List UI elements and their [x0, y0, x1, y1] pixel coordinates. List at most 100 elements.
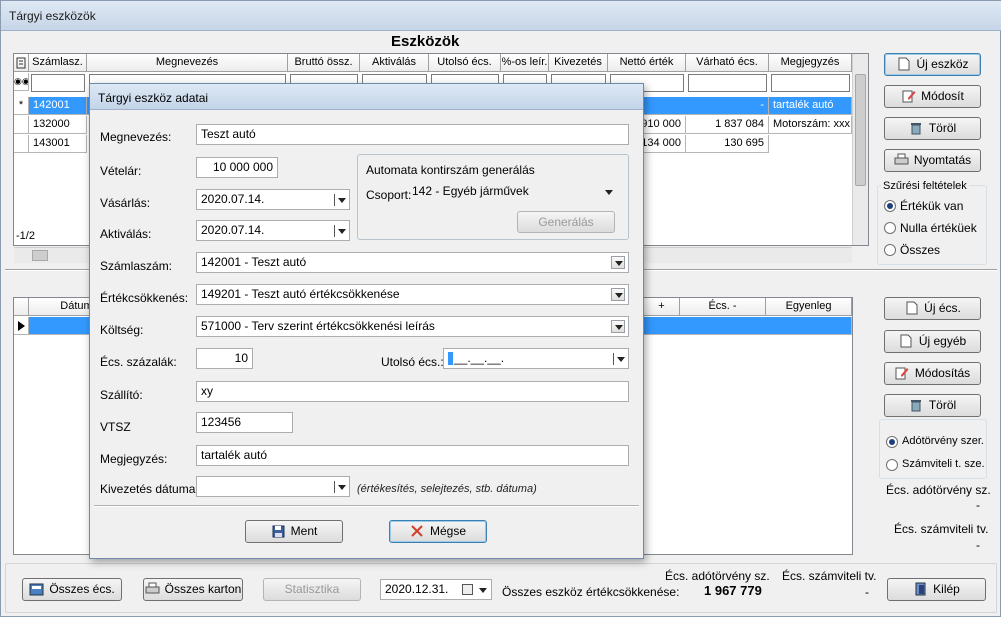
calendar-icon — [462, 584, 473, 595]
dropdown-arrow-icon — [334, 194, 346, 206]
total-dep-label: Összes eszköz értékcsökkenése: — [502, 585, 680, 599]
document-icon — [904, 301, 919, 315]
col-header-percent[interactable]: %-os leír. — [501, 54, 549, 72]
dep-col-plus[interactable]: + — [644, 298, 680, 316]
account-select[interactable]: 142001 - Teszt autó — [196, 252, 629, 273]
dropdown-arrow-icon — [334, 225, 346, 237]
new-dep-label: Új écs. — [924, 301, 961, 315]
purchase-date-value: 2020.07.14. — [201, 192, 265, 206]
printer-icon — [894, 153, 909, 167]
account-label: Számlaszám: — [100, 259, 173, 273]
new-other-button[interactable]: Új egyéb — [884, 330, 981, 353]
print-button[interactable]: Nyomtatás — [884, 149, 981, 172]
calculator-icon — [29, 582, 44, 596]
dep-col-minus[interactable]: Écs. - — [680, 298, 766, 316]
dep-account-label: Értékcsökkenés: — [100, 291, 189, 305]
delete-button[interactable]: Töröl — [884, 117, 981, 140]
dep-radio-tax[interactable] — [886, 436, 898, 448]
name-field[interactable]: Teszt autó — [196, 124, 629, 145]
dep-col-balance[interactable]: Egyenleg — [766, 298, 852, 316]
cell-note: tartalék autó — [769, 97, 852, 115]
group-value: 142 - Egyéb járművek — [412, 184, 529, 198]
new-asset-button[interactable]: Új eszköz — [884, 53, 981, 76]
modify-button[interactable]: Módosít — [884, 85, 981, 108]
vtsz-field[interactable]: 123456 — [196, 412, 293, 433]
assets-vertical-scrollbar[interactable] — [852, 54, 868, 245]
filter-label-has-value[interactable]: Értékük van — [900, 199, 963, 213]
col-header-last-dep[interactable]: Utolsó écs. — [429, 54, 501, 72]
dep-percent-field[interactable]: 10 — [196, 348, 253, 369]
col-header-name[interactable]: Megnevezés — [87, 54, 288, 72]
col-header-expected-dep[interactable]: Várható écs. — [686, 54, 769, 72]
cancel-button[interactable]: Mégse — [389, 520, 487, 543]
all-dep-button[interactable]: Összes écs. — [22, 578, 122, 601]
cell-expected[interactable]: 1 837 084 — [686, 116, 769, 134]
document-icon — [899, 334, 914, 348]
cell-account[interactable]: 143001 — [29, 135, 87, 153]
window-title: Tárgyi eszközök — [9, 9, 96, 23]
new-asset-label: Új eszköz — [916, 57, 969, 71]
dep-tax-value: - — [976, 498, 980, 512]
row-marker — [14, 135, 29, 153]
statistics-label: Statisztika — [284, 582, 340, 596]
supplier-field[interactable]: xy — [196, 381, 629, 402]
disposal-date-picker[interactable] — [196, 476, 350, 497]
edit-icon — [901, 89, 916, 103]
exit-button[interactable]: Kilép — [887, 578, 986, 601]
record-counter: -1/2 — [16, 230, 35, 242]
filter-account[interactable] — [31, 74, 85, 92]
cell-note[interactable]: Motorszám: xxx — [769, 116, 852, 134]
dialog-titlebar: Tárgyi eszköz adatai — [90, 84, 643, 110]
filter-radio-all[interactable] — [884, 244, 896, 256]
statistics-button[interactable]: Statisztika — [263, 578, 361, 601]
new-other-label: Új egyéb — [918, 334, 967, 348]
filter-label-zero[interactable]: Nulla értéküek — [900, 221, 977, 235]
exit-label: Kilép — [933, 582, 960, 596]
last-dep-date-picker[interactable]: __.__.__. — [443, 348, 629, 369]
total-accounting-value: - — [865, 585, 869, 599]
price-field[interactable]: 10 000 000 — [196, 157, 278, 178]
col-header-account[interactable]: Számlasz. — [29, 54, 87, 72]
cell-account[interactable]: 132000 — [29, 116, 87, 134]
grid-options-icon[interactable] — [14, 54, 29, 72]
col-header-activation[interactable]: Aktiválás — [360, 54, 429, 72]
filter-binoculars-icon: ◉◉ — [14, 73, 29, 91]
dep-modify-button[interactable]: Módosítás — [884, 362, 981, 385]
purchase-date-picker[interactable]: 2020.07.14. — [196, 189, 350, 210]
group-label: Csoport: — [366, 188, 412, 202]
filter-expected[interactable] — [688, 74, 767, 92]
text-cursor — [448, 352, 453, 365]
filter-radio-zero[interactable] — [884, 222, 896, 234]
document-icon — [896, 57, 911, 71]
col-header-disposal[interactable]: Kivezetés — [549, 54, 608, 72]
col-header-note[interactable]: Megjegyzés — [769, 54, 852, 72]
price-label: Vételár: — [100, 164, 142, 178]
all-cards-button[interactable]: Összes karton — [143, 578, 243, 601]
col-header-net-value[interactable]: Nettó érték — [608, 54, 686, 72]
new-dep-button[interactable]: Új écs. — [884, 297, 981, 320]
filter-radio-has-value[interactable] — [884, 200, 896, 212]
filter-note[interactable] — [771, 74, 850, 92]
account-value: 142001 - Teszt autó — [201, 255, 307, 269]
activation-date-picker[interactable]: 2020.07.14. — [196, 220, 350, 241]
cell-expected[interactable]: 130 695 — [686, 135, 769, 153]
dep-account-select[interactable]: 149201 - Teszt autó értékcsökkenése — [196, 284, 629, 305]
cost-select[interactable]: 571000 - Terv szerint értékcsökkenési le… — [196, 316, 629, 337]
col-header-gross[interactable]: Bruttó össz. — [288, 54, 360, 72]
save-button[interactable]: Ment — [245, 520, 343, 543]
dep-delete-button[interactable]: Töröl — [884, 394, 981, 417]
date-picker[interactable]: 2020.12.31. — [380, 579, 492, 600]
dep-accounting-value: - — [976, 538, 980, 552]
disposal-date-label: Kivezetés dátuma: — [100, 482, 199, 496]
dep-label-accounting[interactable]: Számviteli t. sze. — [902, 458, 985, 470]
generate-button[interactable]: Generálás — [517, 211, 615, 233]
dep-percent-label: Écs. százalák: — [100, 355, 177, 369]
filter-label-all[interactable]: Összes — [900, 243, 940, 257]
dep-label-tax[interactable]: Adótörvény szer. — [902, 435, 984, 447]
dep-radio-accounting[interactable] — [886, 459, 898, 471]
dep-tax-label: Écs. adótörvény sz. — [886, 483, 991, 497]
group-select[interactable]: 142 - Egyéb járművek — [407, 181, 618, 202]
note-field[interactable]: tartalék autó — [196, 445, 629, 466]
printer-icon — [145, 582, 160, 596]
window-titlebar: Tárgyi eszközök — [1, 1, 1001, 31]
